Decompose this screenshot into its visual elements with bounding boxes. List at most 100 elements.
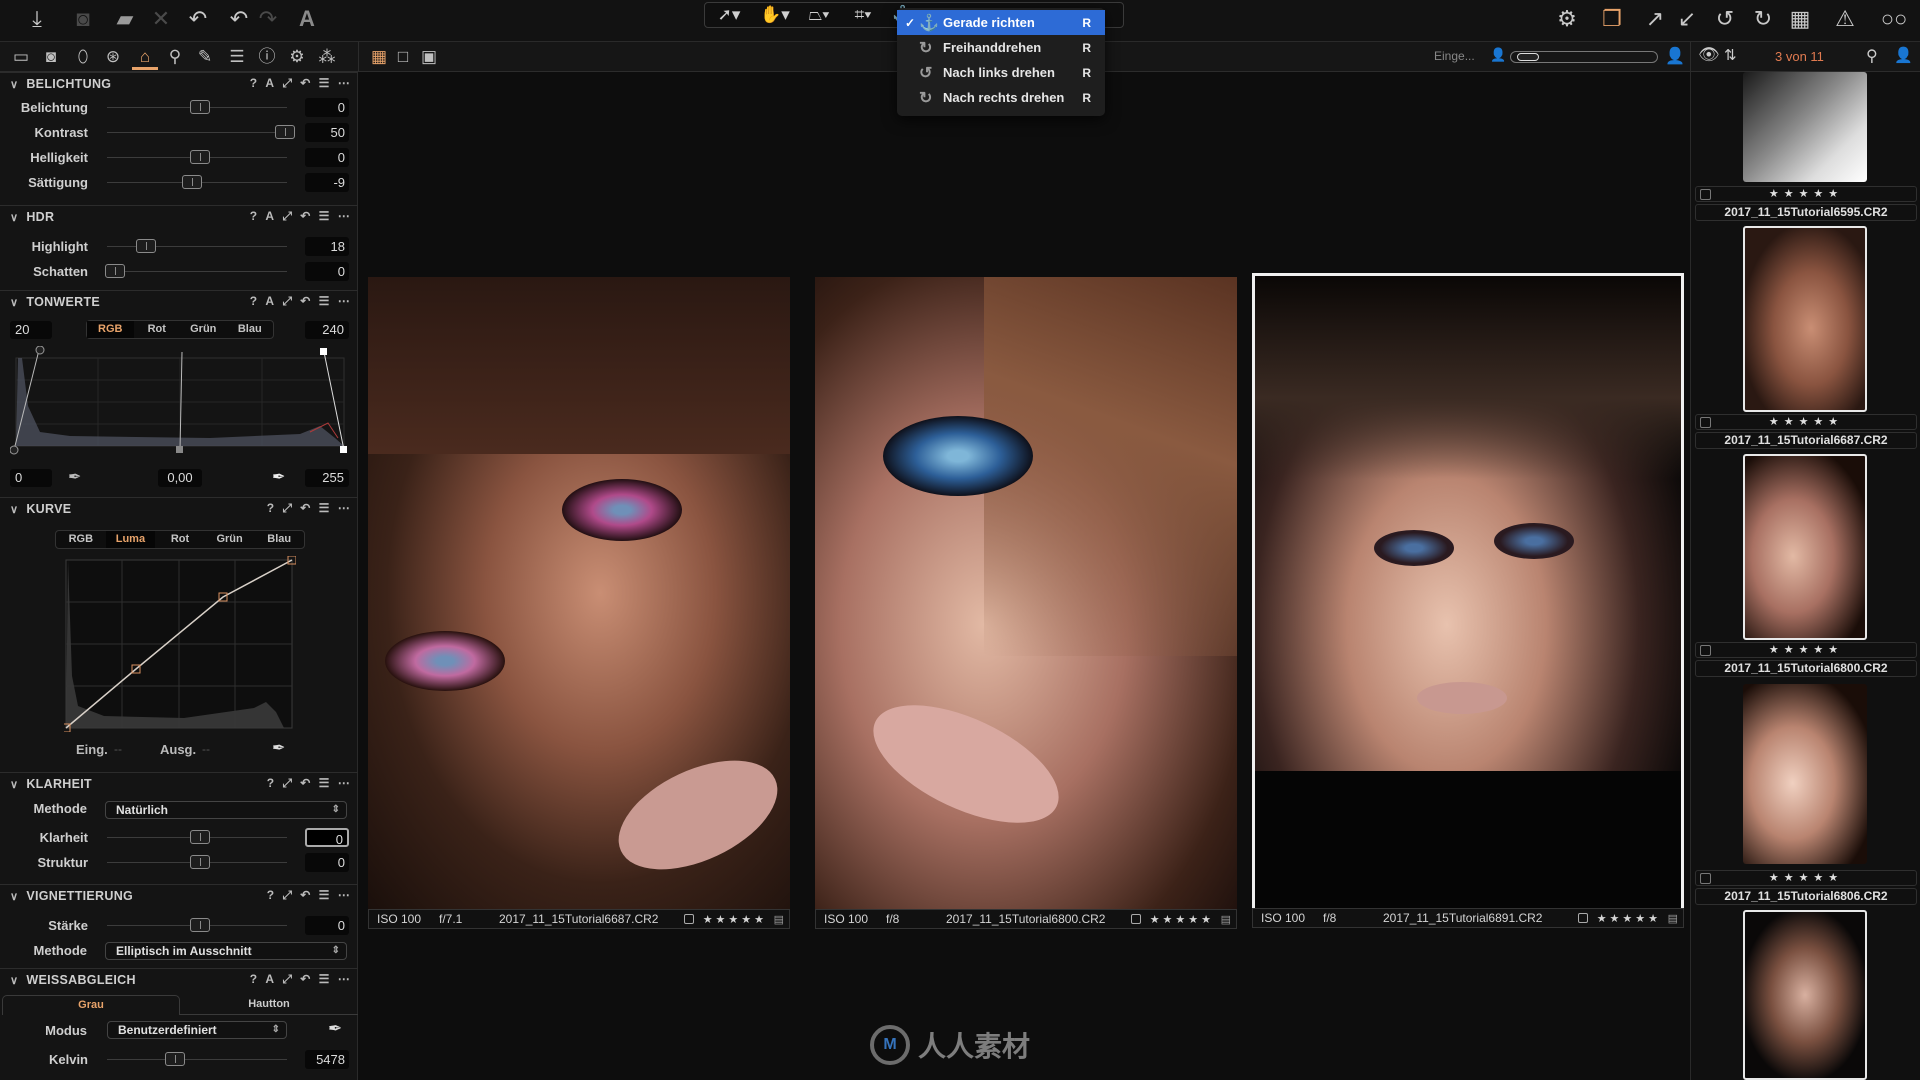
copy-apply-icon[interactable]: ⤢ xyxy=(282,972,292,987)
capture-tab-icon[interactable]: ◙ xyxy=(38,44,64,70)
info-tab-icon[interactable]: ⓘ xyxy=(254,44,280,70)
eye-icon[interactable]: 👁 xyxy=(1698,45,1720,65)
slider-value[interactable]: -9 xyxy=(305,173,349,192)
slider-track[interactable] xyxy=(107,125,295,139)
presets-icon[interactable]: ☰ xyxy=(319,209,330,224)
auto-icon[interactable]: A xyxy=(265,294,274,309)
slider-value[interactable]: 0 xyxy=(305,148,349,167)
search-icon[interactable]: ⚲ xyxy=(1866,46,1878,66)
thumbnail-6891[interactable] xyxy=(1743,910,1867,1080)
presets-icon[interactable]: ☰ xyxy=(319,888,330,903)
export-icon[interactable]: ▰ xyxy=(110,4,140,34)
slider-value[interactable]: 0 xyxy=(305,262,349,281)
grid-view-icon[interactable]: ▦ xyxy=(366,44,392,70)
levels-input-low[interactable]: 20 xyxy=(10,321,52,339)
help-icon[interactable]: ? xyxy=(250,76,258,91)
slider-knob[interactable] xyxy=(190,100,210,114)
tab-gray[interactable]: Grau xyxy=(2,995,180,1015)
redo-icon[interactable]: ↷ xyxy=(253,4,283,34)
wb-mode-select[interactable]: Benutzerdefiniert ⇕ xyxy=(107,1021,287,1039)
clarity-method-select[interactable]: Natürlich ⇕ xyxy=(105,801,347,819)
chevron-down-icon[interactable]: ∨ xyxy=(10,778,18,791)
photo-6800[interactable] xyxy=(815,277,1237,909)
copy-apply-icon[interactable]: ⤢ xyxy=(282,501,292,516)
metadata-tab-icon[interactable]: ☰ xyxy=(224,44,250,70)
channel-red[interactable]: Rot xyxy=(155,531,205,548)
slider-value[interactable]: 0 xyxy=(305,828,349,847)
chevron-down-icon[interactable]: ∨ xyxy=(10,296,18,309)
input-high-handle[interactable] xyxy=(320,348,327,355)
thumb-rating[interactable]: ★★★★★ xyxy=(1695,414,1917,430)
slider-track[interactable] xyxy=(107,239,287,253)
midpoint-handle[interactable] xyxy=(176,446,183,453)
metadata-icon[interactable]: ▤ xyxy=(1668,912,1678,925)
more-icon[interactable]: ⋯ xyxy=(338,501,350,516)
collapse-icon[interactable]: ↙ xyxy=(1672,4,1702,34)
reset-icon[interactable]: ↶ xyxy=(300,76,310,91)
thumbnail-6687[interactable] xyxy=(1743,226,1867,412)
compare-view-icon[interactable]: ▣ xyxy=(416,44,442,70)
chevron-down-icon[interactable]: ∨ xyxy=(10,503,18,516)
help-icon[interactable]: ? xyxy=(267,501,275,516)
help-icon[interactable]: ? xyxy=(250,209,258,224)
channel-red[interactable]: Rot xyxy=(134,321,181,338)
rating-stars[interactable]: ★★★★★ xyxy=(1597,912,1661,925)
auto-icon[interactable]: A xyxy=(265,76,274,91)
expand-icon[interactable]: ↗ xyxy=(1640,4,1670,34)
more-icon[interactable]: ⋯ xyxy=(338,294,350,309)
channel-green[interactable]: Grün xyxy=(205,531,255,548)
section-header[interactable]: ∨ HDR ? A ⤢ ↶ ☰ ⋯ xyxy=(0,206,358,228)
undo-icon[interactable]: ↶ xyxy=(224,4,254,34)
output-tab-icon[interactable]: ⚙ xyxy=(284,44,310,70)
thumbnail-6806[interactable] xyxy=(1743,684,1867,864)
menu-item-rotate-left[interactable]: ↺ Nach links drehen R xyxy=(897,60,1105,85)
slider-value[interactable]: 18 xyxy=(305,237,349,256)
section-header[interactable]: ∨ WEISSABGLEICH ? A ⤢ ↶ ☰ ⋯ xyxy=(0,969,358,991)
section-header[interactable]: ∨ KLARHEIT ? ⤢ ↶ ☰ ⋯ xyxy=(0,773,358,795)
thumb-rating[interactable]: ★★★★★ xyxy=(1695,186,1917,202)
reset-icon[interactable]: ↶ xyxy=(300,501,310,516)
presets-icon[interactable]: ☰ xyxy=(319,501,330,516)
kelvin-slider[interactable] xyxy=(107,1052,287,1066)
adjustments-tab-icon[interactable]: ✎ xyxy=(192,44,218,70)
copy-apply-icon[interactable]: ⤢ xyxy=(282,776,292,791)
reset-icon[interactable]: ↶ xyxy=(300,972,310,987)
slider-track[interactable] xyxy=(105,264,287,278)
output-low-handle[interactable] xyxy=(10,445,19,455)
more-icon[interactable]: ⋯ xyxy=(338,776,350,791)
grid-icon[interactable]: ▦ xyxy=(1785,4,1815,34)
slider-track[interactable] xyxy=(107,830,287,844)
thumbnail-6800[interactable] xyxy=(1743,454,1867,640)
levels-output-low[interactable]: 0 xyxy=(10,469,52,487)
auto-icon[interactable]: A xyxy=(265,972,274,987)
slider-knob[interactable] xyxy=(135,239,156,253)
more-icon[interactable]: ⋯ xyxy=(338,972,350,987)
undo-all-icon[interactable]: ↶ xyxy=(183,4,213,34)
kelvin-value[interactable]: 5478 xyxy=(305,1050,349,1069)
slider-knob[interactable] xyxy=(190,830,210,844)
rotate-right-icon[interactable]: ↻ xyxy=(1748,4,1778,34)
slider-value[interactable]: 50 xyxy=(305,123,349,142)
channel-luma[interactable]: Luma xyxy=(105,531,156,548)
menu-item-rotate-right[interactable]: ↻ Nach rechts drehen R xyxy=(897,85,1105,110)
chevron-down-icon[interactable]: ∨ xyxy=(10,78,18,91)
channel-blue[interactable]: Blau xyxy=(227,321,274,338)
wb-eyedropper-icon[interactable]: ✒ xyxy=(328,1019,342,1039)
levels-input-high[interactable]: 240 xyxy=(305,321,349,339)
rotate-left-icon[interactable]: ↺ xyxy=(1710,4,1740,34)
tab-skin-tone[interactable]: Hautton xyxy=(180,995,358,1015)
text-icon[interactable]: A xyxy=(292,4,322,34)
single-view-icon[interactable]: □ xyxy=(390,44,416,70)
exposure-tab-icon[interactable]: ⌂ xyxy=(132,44,158,70)
chevron-down-icon[interactable]: ∨ xyxy=(10,211,18,224)
slider-knob[interactable] xyxy=(1517,53,1539,61)
section-header[interactable]: ∨ KURVE ? ⤢ ↶ ☰ ⋯ xyxy=(0,498,358,520)
channel-rgb[interactable]: RGB xyxy=(87,321,134,338)
black-eyedropper-icon[interactable]: ✒ xyxy=(68,467,81,487)
auto-icon[interactable]: A xyxy=(265,209,274,224)
channel-green[interactable]: Grün xyxy=(180,321,227,338)
slider-knob[interactable] xyxy=(105,264,125,278)
thumb-rating[interactable]: ★★★★★ xyxy=(1695,870,1917,886)
details-tab-icon[interactable]: ⚲ xyxy=(162,44,188,70)
photo-6891-selected[interactable] xyxy=(1252,273,1684,913)
